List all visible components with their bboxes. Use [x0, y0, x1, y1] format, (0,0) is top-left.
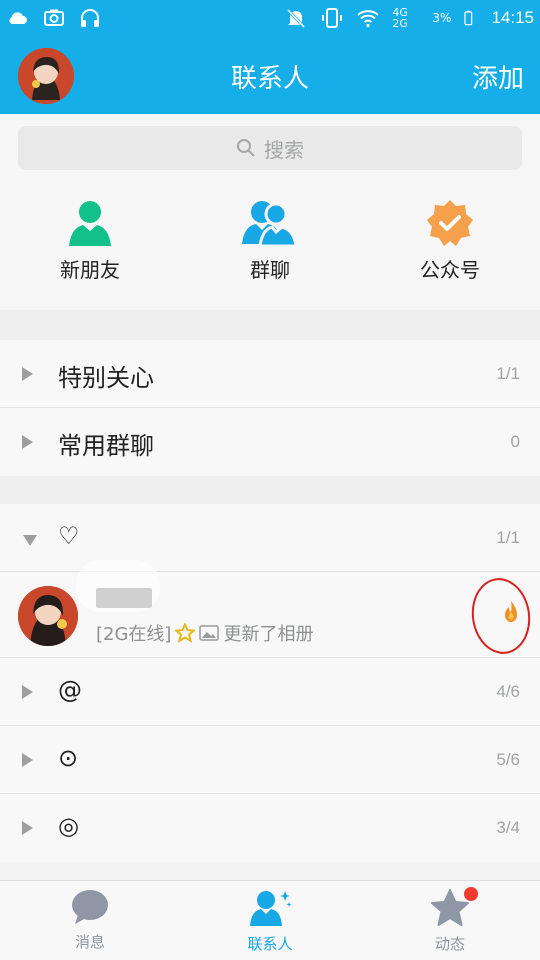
contact-avatar[interactable]	[18, 586, 78, 646]
wifi-icon	[357, 10, 380, 28]
group-chat-button[interactable]: 群聊	[200, 198, 340, 283]
group-count: 0	[510, 432, 520, 451]
network-indicator: 4G 2G	[392, 6, 408, 30]
section-divider	[0, 476, 540, 504]
group-count: 1/1	[496, 528, 520, 547]
friend-groups-list: ♡ 1/1 [2G在线] 更新了相册 @ 4/6 ⊙ 5/6 ◎ 3/4	[0, 504, 540, 862]
quick-actions: 新朋友 群聊 公众号	[0, 184, 540, 310]
group-label: @	[58, 676, 82, 704]
contact-name-redacted	[96, 588, 152, 608]
tab-feeds[interactable]: 动态	[390, 887, 510, 954]
group-label: ♡	[58, 522, 80, 550]
new-friend-button[interactable]: 新朋友	[20, 198, 160, 283]
group-count: 4/6	[496, 682, 520, 701]
group-row-special-care[interactable]: 特别关心 1/1	[0, 340, 540, 408]
headphones-icon	[81, 9, 99, 27]
vibrate-icon	[322, 8, 343, 28]
group-row-heart[interactable]: ♡ 1/1	[0, 504, 540, 572]
cloud-icon	[9, 12, 27, 24]
top-bar: 4G 2G 3% 14:15 联系人 添加	[0, 0, 540, 114]
collapse-arrow-icon	[23, 535, 37, 546]
contact-row[interactable]: [2G在线] 更新了相册	[0, 560, 540, 658]
contacts-icon	[250, 891, 292, 926]
tab-label: 消息	[74, 933, 105, 951]
expand-arrow-icon	[22, 685, 33, 699]
group-row-circle-dot[interactable]: ⊙ 5/6	[0, 726, 540, 794]
photo-icon	[199, 625, 220, 641]
search-placeholder: 搜索	[264, 137, 304, 162]
group-count: 5/6	[496, 750, 520, 769]
clock: 14:15	[491, 8, 534, 27]
expand-arrow-icon	[22, 753, 33, 767]
new-friend-icon	[69, 201, 111, 246]
expand-arrow-icon	[22, 821, 33, 835]
message-icon	[72, 890, 108, 924]
official-account-icon	[427, 200, 473, 246]
online-status: [2G在线]	[96, 624, 172, 645]
group-count: 3/4	[496, 818, 520, 837]
contact-status-line: [2G在线] 更新了相册	[96, 620, 313, 646]
add-button[interactable]: 添加	[472, 58, 524, 95]
tab-label: 动态	[434, 935, 465, 953]
star-badge-icon	[175, 623, 196, 643]
tab-contacts[interactable]: 联系人	[210, 889, 330, 954]
contact-avatar-image	[18, 586, 78, 646]
special-groups-list: 特别关心 1/1 常用群聊 0	[0, 340, 540, 476]
notification-badge	[464, 887, 478, 901]
search-section: 搜索	[0, 114, 540, 184]
group-row-frequent-groups[interactable]: 常用群聊 0	[0, 408, 540, 476]
official-account-button[interactable]: 公众号	[380, 198, 520, 283]
annotation-circle	[466, 574, 536, 658]
tab-label: 联系人	[247, 935, 293, 953]
search-input[interactable]: 搜索	[18, 126, 522, 170]
battery-icon	[464, 10, 473, 26]
expand-arrow-icon	[22, 367, 33, 381]
bottom-tab-bar: 消息 联系人 动态	[0, 880, 540, 960]
quick-action-label: 新朋友	[60, 258, 120, 282]
tab-messages[interactable]: 消息	[30, 889, 150, 952]
header: 联系人 添加	[0, 38, 540, 114]
status-bar: 4G 2G 3% 14:15	[0, 0, 540, 38]
mute-bell-icon	[287, 8, 306, 29]
group-count: 1/1	[496, 364, 520, 383]
group-label: 特别关心	[58, 364, 154, 392]
screenshot-icon	[44, 9, 64, 26]
group-chat-icon	[242, 201, 298, 248]
group-label: 常用群聊	[58, 432, 154, 460]
expand-arrow-icon	[22, 435, 33, 449]
quick-action-label: 群聊	[250, 258, 290, 282]
battery-percent: 3%	[432, 11, 452, 25]
group-row-double-circle[interactable]: ◎ 3/4	[0, 794, 540, 862]
quick-action-label: 公众号	[420, 258, 480, 282]
section-divider	[0, 310, 540, 340]
group-row-at[interactable]: @ 4/6	[0, 658, 540, 726]
search-icon	[237, 139, 255, 157]
group-label: ◎	[58, 812, 79, 840]
page-title: 联系人	[230, 64, 309, 94]
group-label: ⊙	[58, 744, 79, 772]
update-text: 更新了相册	[223, 624, 314, 645]
